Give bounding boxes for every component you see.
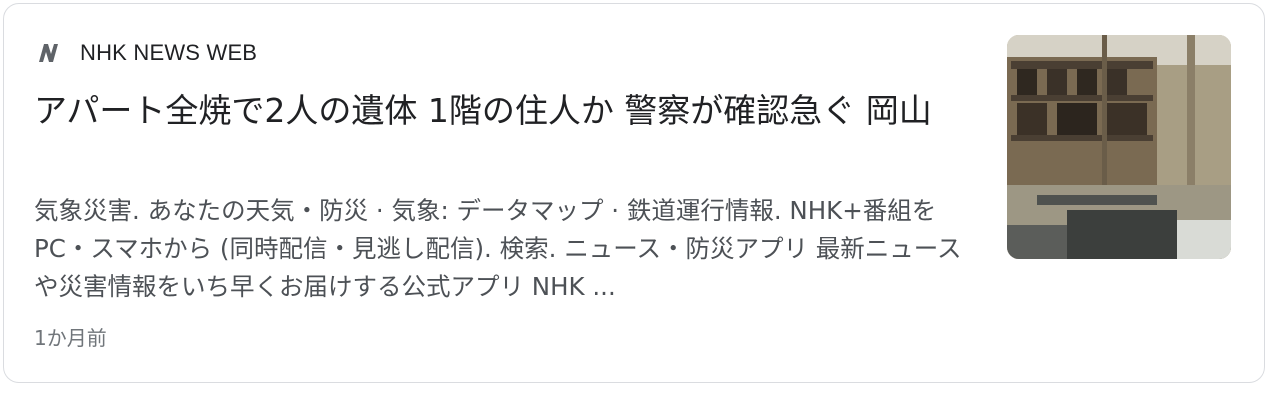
news-card[interactable]: NHK NEWS WEB アパート全焼で2人の遺体 1階の住人か 警察が確認急ぐ…	[3, 3, 1265, 383]
thumbnail-image	[1007, 35, 1231, 259]
news-source: NHK NEWS WEB	[34, 38, 257, 68]
article-snippet: 気象災害. あなたの天気・防災 · 気象: データマップ · 鉄道運行情報. N…	[34, 196, 962, 301]
nhk-logo-icon	[34, 38, 64, 68]
article-headline[interactable]: アパート全焼で2人の遺体 1階の住人か 警察が確認急ぐ 岡山	[34, 86, 984, 136]
article-thumbnail[interactable]	[1007, 35, 1231, 259]
article-timestamp: 1か月前	[34, 326, 107, 350]
source-name: NHK NEWS WEB	[80, 40, 258, 65]
